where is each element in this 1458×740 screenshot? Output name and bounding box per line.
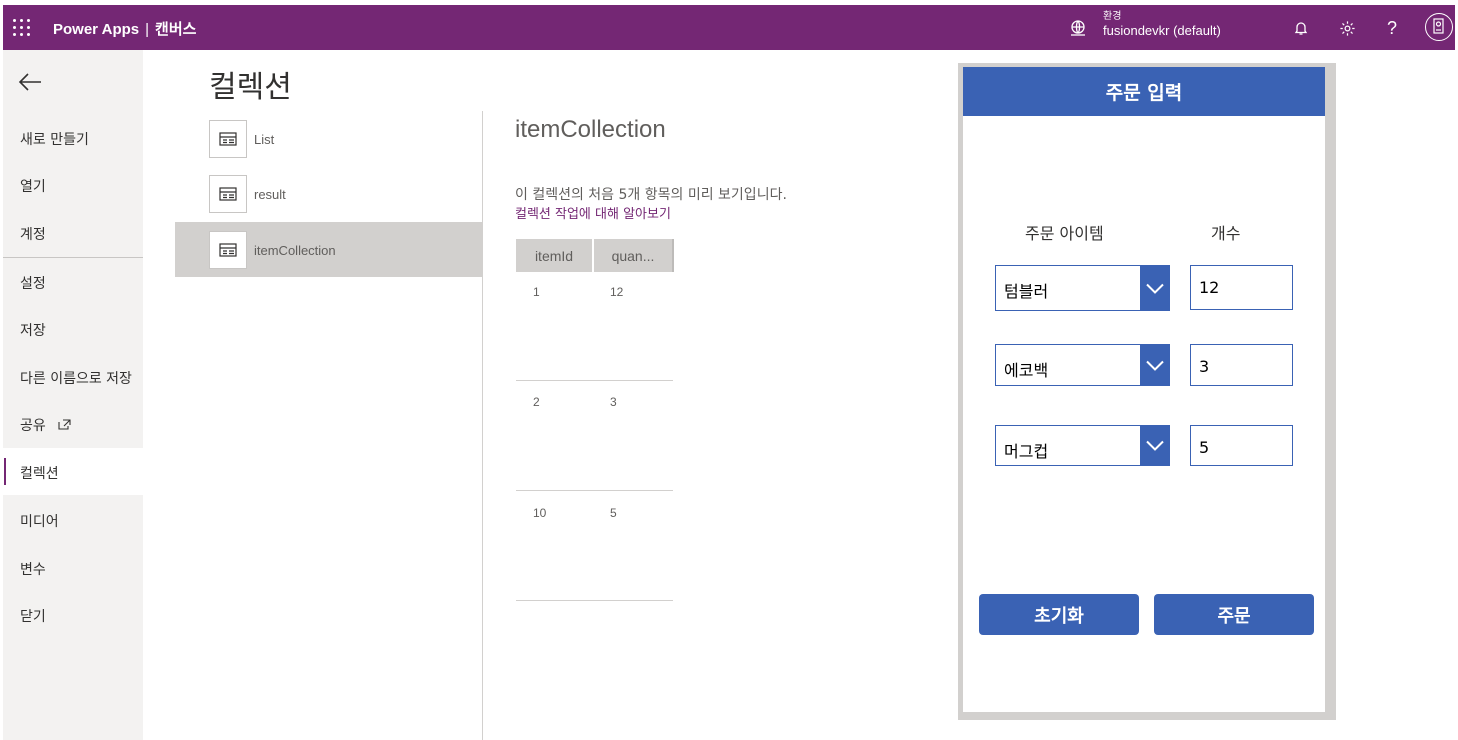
count-input-1[interactable]: 12 [1190, 265, 1293, 310]
environment-value: fusiondevkr (default) [1103, 23, 1221, 38]
preview-description: 이 컬렉션의 처음 5개 항목의 미리 보기입니다. [515, 187, 787, 203]
nav-item-save[interactable]: 저장 [20, 320, 46, 340]
help-icon[interactable]: ? [1381, 17, 1403, 39]
table-cell: 2 [533, 395, 540, 409]
nav-divider [3, 257, 143, 258]
collection-item-label: itemCollection [254, 243, 336, 258]
nav-item-share[interactable]: 공유 [20, 415, 71, 435]
collection-item-result[interactable]: result [175, 166, 482, 221]
collection-title: itemCollection [515, 116, 666, 143]
collection-item-itemcollection[interactable]: itemCollection [175, 222, 482, 277]
item-dropdown-2[interactable]: 에코백 [995, 344, 1170, 386]
table-cell: 10 [533, 506, 547, 520]
table-cell: 12 [610, 285, 624, 299]
table-cell: 5 [610, 506, 617, 520]
app-screen: 주문 입력 주문 아이템 개수 텀블러 12 에코백 3 머그컵 5 초기화 주… [963, 67, 1325, 712]
nav-item-settings[interactable]: 설정 [20, 273, 46, 293]
nav-item-share-label: 공유 [20, 418, 46, 434]
count-input-3[interactable]: 5 [1190, 425, 1293, 466]
count-input-2[interactable]: 3 [1190, 344, 1293, 386]
section-name: 캔버스 [155, 21, 197, 38]
nav-item-media[interactable]: 미디어 [20, 511, 59, 531]
environment-icon [1071, 20, 1085, 36]
nav-item-close[interactable]: 닫기 [20, 606, 46, 626]
panel-divider [482, 111, 483, 740]
brand-separator: | [145, 21, 150, 38]
nav-item-account[interactable]: 계정 [20, 224, 46, 244]
collection-item-list[interactable]: List [175, 111, 482, 166]
order-item-label: 주문 아이템 [1025, 224, 1104, 243]
nav-item-save-as[interactable]: 다른 이름으로 저장 [20, 368, 132, 388]
app-header: 주문 입력 [963, 67, 1325, 116]
count-label: 개수 [1211, 224, 1241, 243]
dropdown-value: 에코백 [1004, 361, 1049, 380]
top-bar: Power Apps | 캔버스 환경 fusiondevkr (default) … [3, 5, 1455, 50]
nav-item-variables[interactable]: 변수 [20, 559, 46, 579]
app-name[interactable]: Power Apps [53, 21, 139, 38]
nav-item-collections[interactable]: 컬렉션 [20, 463, 59, 483]
row-divider [516, 490, 673, 491]
collection-item-label: List [254, 132, 275, 147]
collection-table-icon [209, 175, 247, 213]
collection-item-label: result [254, 187, 286, 202]
count-value: 5 [1199, 438, 1210, 457]
reset-button[interactable]: 초기화 [979, 594, 1139, 635]
item-dropdown-3[interactable]: 머그컵 [995, 425, 1170, 466]
chevron-down-icon[interactable] [1140, 344, 1170, 386]
dropdown-value: 텀블러 [1004, 282, 1049, 301]
left-nav: 새로 만들기 열기 계정 설정 저장 다른 이름으로 저장 공유 컬렉션 미디어… [3, 50, 143, 740]
back-arrow-icon[interactable] [17, 70, 43, 94]
environment-label: 환경 [1103, 11, 1122, 22]
nav-item-open[interactable]: 열기 [20, 176, 46, 196]
environment-picker[interactable]: 환경 fusiondevkr (default) [1103, 10, 1221, 38]
column-header-itemid[interactable]: itemId [516, 239, 592, 272]
count-value: 3 [1199, 357, 1210, 376]
app-preview-frame: 주문 입력 주문 아이템 개수 텀블러 12 에코백 3 머그컵 5 초기화 주… [958, 63, 1336, 720]
chevron-down-icon[interactable] [1140, 425, 1170, 466]
column-header-quantity[interactable]: quan... [594, 239, 672, 272]
table-cell: 3 [610, 395, 617, 409]
table-cell: 1 [533, 285, 540, 299]
collection-table-icon [209, 231, 247, 269]
row-divider [516, 600, 673, 601]
order-button[interactable]: 주문 [1154, 594, 1314, 635]
app-brand: Power Apps | 캔버스 [53, 18, 196, 39]
dropdown-value: 머그컵 [1004, 442, 1049, 461]
external-link-icon [58, 419, 71, 430]
count-value: 12 [1199, 278, 1220, 297]
gear-icon[interactable] [1336, 17, 1358, 39]
page-title: 컬렉션 [209, 70, 292, 105]
avatar-icon[interactable] [1425, 13, 1453, 41]
learn-more-link[interactable]: 컬렉션 작업에 대해 알아보기 [515, 203, 671, 222]
waffle-icon[interactable] [13, 19, 31, 37]
nav-item-new[interactable]: 새로 만들기 [20, 129, 89, 149]
collection-table-icon [209, 120, 247, 158]
chevron-down-icon[interactable] [1140, 265, 1170, 311]
row-divider [516, 380, 673, 381]
bell-icon[interactable] [1290, 17, 1312, 39]
item-dropdown-1[interactable]: 텀블러 [995, 265, 1170, 311]
column-resize-handle[interactable] [672, 239, 674, 272]
